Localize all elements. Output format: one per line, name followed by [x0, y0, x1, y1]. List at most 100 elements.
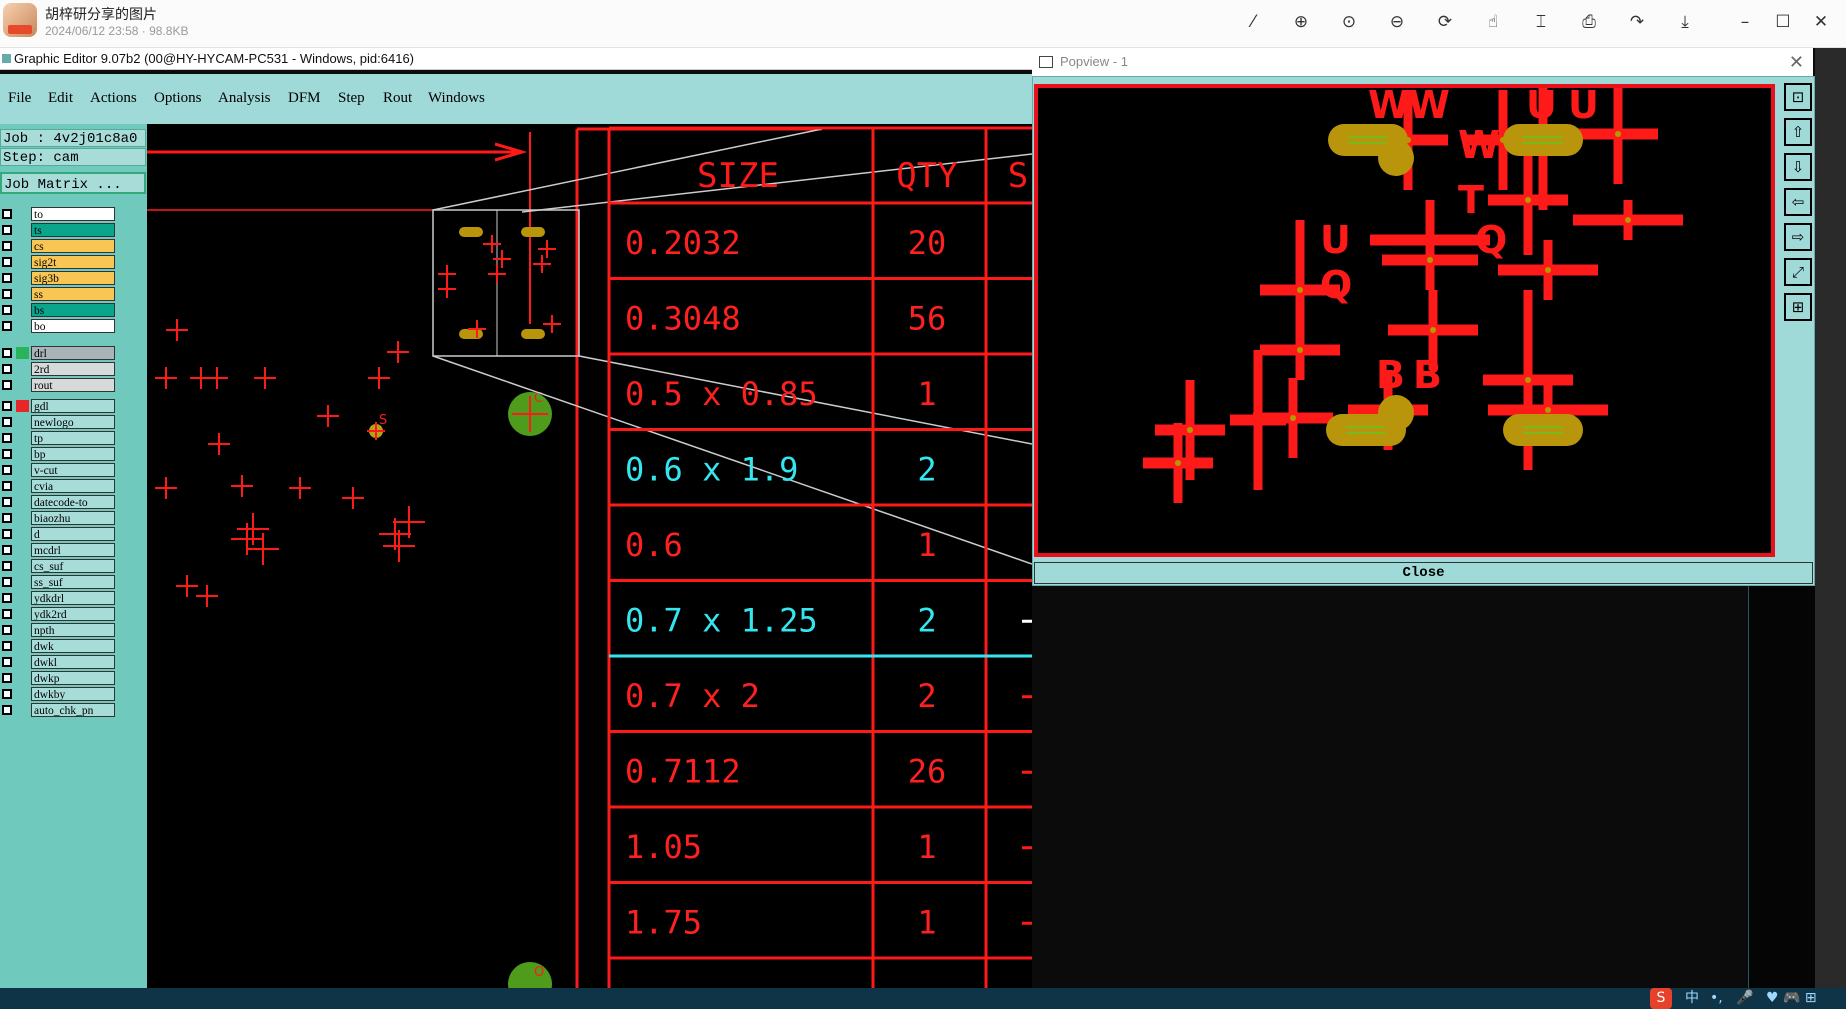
layer-row-auto_chk_pn[interactable]: auto_chk_pn	[0, 703, 117, 717]
layer-checkbox[interactable]	[2, 513, 12, 523]
layer-row-cvia[interactable]: cvia	[0, 479, 117, 493]
layer-checkbox[interactable]	[2, 577, 12, 587]
layer-row-to[interactable]: to	[0, 207, 117, 221]
layer-row-sig2t[interactable]: sig2t	[0, 255, 117, 269]
popview-close-button[interactable]: Close	[1034, 562, 1813, 584]
layer-checkbox[interactable]	[2, 241, 12, 251]
layer-checkbox[interactable]	[2, 593, 12, 603]
maximize-icon[interactable]: ☐	[1772, 11, 1794, 33]
menu-rout[interactable]: Rout	[383, 90, 412, 107]
menu-edit[interactable]: Edit	[48, 90, 73, 107]
layer-row-v-cut[interactable]: v-cut	[0, 463, 117, 477]
up-icon[interactable]: ⇧	[1784, 118, 1812, 146]
layer-row-bp[interactable]: bp	[0, 447, 117, 461]
layer-checkbox[interactable]	[2, 348, 12, 358]
layer-checkbox[interactable]	[2, 380, 12, 390]
layer-checkbox[interactable]	[2, 417, 12, 427]
layer-row-npth[interactable]: npth	[0, 623, 117, 637]
layer-row-rout[interactable]: rout	[0, 378, 117, 392]
graphic-canvas[interactable]: S C O SIZE QTY S 0.2032 20 0.3048 56 0.5 x 0.85 1 0.…	[147, 124, 1032, 988]
magic-icon[interactable]: ⁄	[1242, 11, 1264, 33]
layer-checkbox[interactable]	[2, 561, 12, 571]
layer-row-mcdrl[interactable]: mcdrl	[0, 543, 117, 557]
canvas-drawing[interactable]: SCOSIZE QTY S0.2032 200.3048 560.5 x 0.85 10.…	[147, 124, 1032, 988]
layer-checkbox[interactable]	[2, 625, 12, 635]
minimize-icon[interactable]: –	[1734, 11, 1756, 33]
popview-close-icon[interactable]: ✕	[1789, 48, 1804, 76]
layer-checkbox[interactable]	[2, 257, 12, 267]
popview-drawing[interactable]: WW U UWTU QQB B	[1038, 88, 1771, 553]
menu-options[interactable]: Options	[154, 90, 202, 107]
layer-row-d[interactable]: d	[0, 527, 117, 541]
ime-icon[interactable]: S	[1650, 988, 1672, 1009]
left-icon[interactable]: ⇦	[1784, 188, 1812, 216]
zoom-area-icon[interactable]: ⊞	[1784, 293, 1812, 321]
layer-row-bs[interactable]: bs	[0, 303, 117, 317]
layer-checkbox[interactable]	[2, 481, 12, 491]
layer-checkbox[interactable]	[2, 364, 12, 374]
job-matrix-button[interactable]: Job Matrix ...	[0, 172, 146, 194]
layer-row-dwk[interactable]: dwk	[0, 639, 117, 653]
layer-row-sig3b[interactable]: sig3b	[0, 271, 117, 285]
layer-row-gdl[interactable]: gdl	[0, 399, 117, 413]
popview-canvas[interactable]: WWUUWTUQQBB	[1034, 84, 1775, 557]
layer-row-cs[interactable]: cs	[0, 239, 117, 253]
layer-row-biaozhu[interactable]: biaozhu	[0, 511, 117, 525]
layer-row-ss[interactable]: ss	[0, 287, 117, 301]
layer-row-ydkdrl[interactable]: ydkdrl	[0, 591, 117, 605]
mic-icon[interactable]: 🎤	[1736, 988, 1753, 1009]
layer-checkbox[interactable]	[2, 433, 12, 443]
layer-checkbox[interactable]	[2, 225, 12, 235]
layer-checkbox[interactable]	[2, 545, 12, 555]
layer-row-ss_suf[interactable]: ss_suf	[0, 575, 117, 589]
layer-checkbox[interactable]	[2, 689, 12, 699]
tray-icons[interactable]: ♥ 🎮 ⊞	[1766, 988, 1817, 1009]
layer-checkbox[interactable]	[2, 657, 12, 667]
layer-checkbox[interactable]	[2, 273, 12, 283]
rotate-icon[interactable]: ⟳	[1434, 11, 1456, 33]
zoom-in-icon[interactable]: ⊕	[1290, 11, 1312, 33]
layer-row-newlogo[interactable]: newlogo	[0, 415, 117, 429]
layer-row-dwkby[interactable]: dwkby	[0, 687, 117, 701]
actual-size-icon[interactable]: ⊙	[1338, 11, 1360, 33]
layer-checkbox[interactable]	[2, 609, 12, 619]
menu-windows[interactable]: Windows	[428, 90, 485, 107]
layer-checkbox[interactable]	[2, 465, 12, 475]
ime-lang[interactable]: 中	[1685, 988, 1699, 1009]
right-icon[interactable]: ⇨	[1784, 223, 1812, 251]
layer-row-cs_suf[interactable]: cs_suf	[0, 559, 117, 573]
ocr-icon[interactable]: ⌶	[1530, 11, 1552, 33]
layer-row-tp[interactable]: tp	[0, 431, 117, 445]
menu-file[interactable]: File	[8, 90, 31, 107]
layer-row-dwkl[interactable]: dwkl	[0, 655, 117, 669]
close-icon[interactable]: ✕	[1810, 11, 1832, 33]
layer-row-ydk2rd[interactable]: ydk2rd	[0, 607, 117, 621]
fit-icon[interactable]: ⊡	[1784, 83, 1812, 111]
layer-checkbox[interactable]	[2, 529, 12, 539]
ime-punct-icon[interactable]: •,	[1710, 988, 1723, 1009]
menu-step[interactable]: Step	[338, 90, 365, 107]
layer-row-2rd[interactable]: 2rd	[0, 362, 117, 376]
layer-checkbox[interactable]	[2, 705, 12, 715]
menu-analysis[interactable]: Analysis	[218, 90, 271, 107]
zoom-out-icon[interactable]: ⊖	[1386, 11, 1408, 33]
print-icon[interactable]: ⎙	[1578, 11, 1600, 33]
down-icon[interactable]: ⇩	[1784, 153, 1812, 181]
layer-checkbox[interactable]	[2, 641, 12, 651]
layer-checkbox[interactable]	[2, 401, 12, 411]
layer-row-dwkp[interactable]: dwkp	[0, 671, 117, 685]
hand-icon[interactable]: ☝	[1482, 11, 1504, 33]
layer-row-drl[interactable]: drl	[0, 346, 117, 360]
layer-checkbox[interactable]	[2, 497, 12, 507]
layer-checkbox[interactable]	[2, 305, 12, 315]
menu-actions[interactable]: Actions	[90, 90, 137, 107]
menu-dfm[interactable]: DFM	[288, 90, 321, 107]
layer-row-bo[interactable]: bo	[0, 319, 117, 333]
download-icon[interactable]: ⤓	[1674, 11, 1696, 33]
zoom-fit-icon[interactable]: ⤢	[1784, 258, 1812, 286]
layer-checkbox[interactable]	[2, 321, 12, 331]
layer-checkbox[interactable]	[2, 289, 12, 299]
layer-checkbox[interactable]	[2, 673, 12, 683]
layer-row-datecode-to[interactable]: datecode-to	[0, 495, 117, 509]
layer-checkbox[interactable]	[2, 209, 12, 219]
